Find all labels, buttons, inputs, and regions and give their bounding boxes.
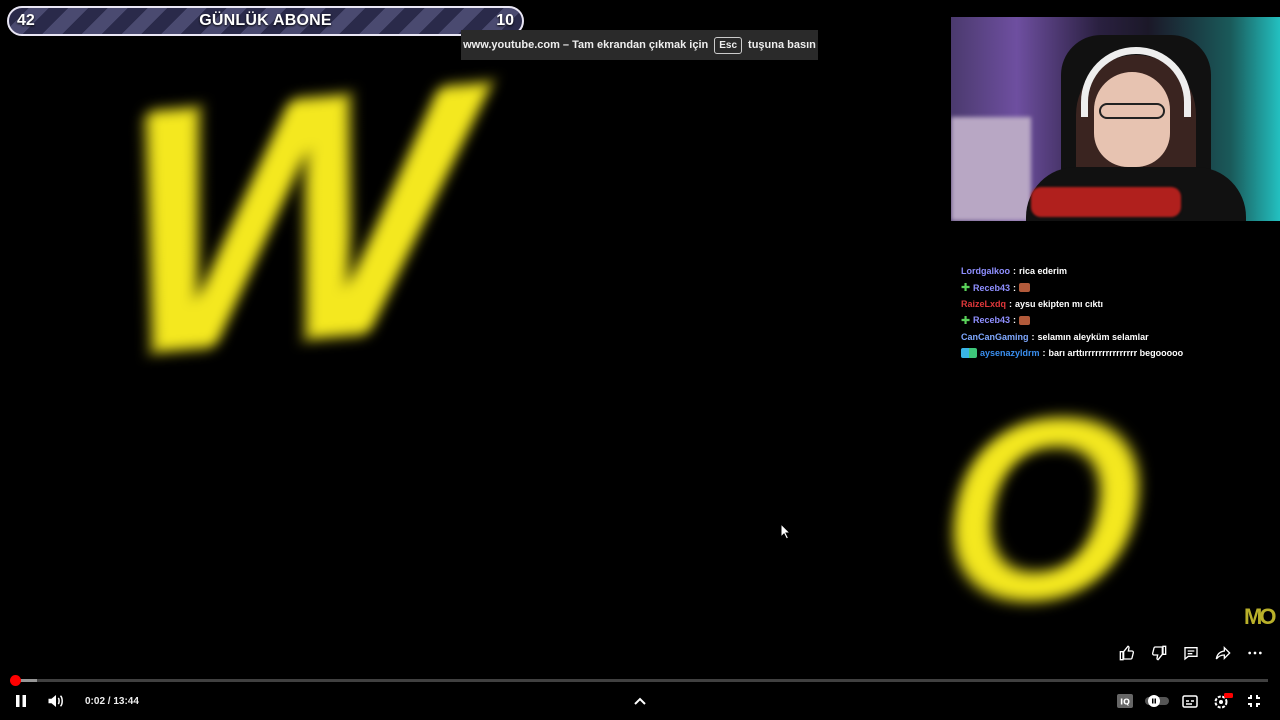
chat-separator: :: [1013, 266, 1016, 277]
autoplay-toggle-icon[interactable]: [1144, 686, 1170, 716]
chat-separator: :: [1013, 282, 1017, 293]
webcam-hoodie-print: [1031, 187, 1181, 217]
esc-key-badge: Esc: [714, 36, 743, 54]
video-action-row: [1118, 644, 1264, 662]
chat-emote-icon: [1019, 283, 1031, 293]
chat-username: Receb43: [973, 282, 1011, 293]
chat-username: Lordgalkoo: [961, 266, 1010, 277]
chat-username: Receb43: [973, 315, 1011, 326]
mouse-cursor-icon: [780, 523, 792, 540]
chat-message: aysenazyldrm : barı arttırrrrrrrrrrrrrrr…: [961, 345, 1261, 361]
plus-badge-icon: ✚: [961, 282, 971, 295]
exit-fullscreen-icon[interactable]: [1244, 686, 1264, 716]
comment-icon[interactable]: [1182, 644, 1200, 662]
chat-separator: :: [1042, 348, 1046, 359]
chat-username: RaizeLxdq: [961, 298, 1007, 309]
chat-text: barı arttırrrrrrrrrrrrrrr begooooo: [1048, 348, 1184, 359]
chat-separator: :: [1031, 331, 1035, 342]
time-display: 0:02 / 13:44: [85, 695, 139, 707]
progress-scrubber-handle[interactable]: [10, 675, 21, 686]
chat-message: RaizeLxdq : aysu ekipten mı cıktı: [961, 296, 1261, 312]
goal-current: 42: [17, 12, 35, 29]
progress-bar[interactable]: [10, 675, 1268, 686]
overlay-letter-w: W: [68, 4, 512, 436]
like-icon[interactable]: [1118, 644, 1136, 662]
chat-overlay: Lordgalkoo : rica ederim ✚ Receb43 : Rai…: [961, 263, 1261, 361]
chat-emote-icon: [1019, 315, 1031, 325]
more-icon[interactable]: [1246, 644, 1264, 662]
chat-separator: :: [1009, 298, 1013, 309]
channel-watermark-logo: MO: [1244, 604, 1277, 629]
subtitles-icon[interactable]: [1180, 686, 1200, 716]
chat-username: aysenazyldrm: [980, 348, 1040, 359]
streamer-webcam: [951, 17, 1280, 221]
subscriber-badge-icon: [961, 348, 977, 359]
chevron-up-icon[interactable]: [630, 686, 650, 716]
webcam-background-bed: [951, 117, 1031, 221]
chat-text: aysu ekipten mı cıktı: [1015, 298, 1104, 309]
chat-message: CanCanGaming : selamın aleyküm selamlar: [961, 329, 1261, 345]
player-controls: 0:02 / 13:44 IQ: [0, 686, 1280, 716]
chat-text: rica ederim: [1019, 266, 1068, 277]
settings-icon[interactable]: [1212, 686, 1234, 716]
plus-badge-icon: ✚: [961, 314, 971, 327]
svg-text:IQ: IQ: [1120, 698, 1130, 707]
chat-message: ✚ Receb43 :: [961, 312, 1261, 328]
chat-text: selamın aleyküm selamlar: [1037, 331, 1149, 342]
iq-icon[interactable]: IQ: [1116, 686, 1134, 716]
dislike-icon[interactable]: [1150, 644, 1168, 662]
chat-message: ✚ Receb43 :: [961, 279, 1261, 295]
pause-icon[interactable]: [10, 686, 32, 716]
volume-icon[interactable]: [45, 686, 67, 716]
overlay-letter-o: O: [919, 365, 1173, 655]
chat-message: Lordgalkoo : rica ederim: [961, 263, 1261, 279]
fullscreen-exit-notice: www.youtube.com – Tam ekrandan çıkmak iç…: [461, 30, 818, 60]
share-icon[interactable]: [1214, 644, 1232, 662]
notice-text-after: tuşuna basın: [748, 39, 816, 51]
chat-username: CanCanGaming: [961, 331, 1029, 342]
chat-separator: :: [1013, 315, 1017, 326]
